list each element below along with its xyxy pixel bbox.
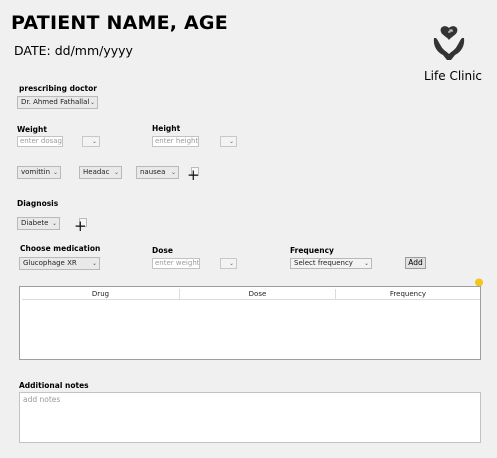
height-unit-select[interactable]: ⌄ xyxy=(220,136,237,147)
patient-title: PATIENT NAME, AGE xyxy=(11,12,228,34)
column-header-dose[interactable]: Dose xyxy=(180,289,336,299)
doctor-select[interactable]: Dr. Ahmed Fathallal ⌄ xyxy=(17,96,98,109)
symptom-value: vomittin xyxy=(21,168,51,176)
chevron-down-icon: ⌄ xyxy=(113,169,119,176)
clinic-logo-icon xyxy=(433,26,465,60)
notes-textarea[interactable]: add notes xyxy=(19,392,481,443)
symptom-value: Headac xyxy=(83,168,110,176)
table-header: Drug Dose Frequency xyxy=(22,289,480,300)
chevron-down-icon: ⌄ xyxy=(91,260,97,267)
chevron-down-icon: ⌄ xyxy=(170,169,176,176)
dose-label: Dose xyxy=(152,246,173,255)
chevron-down-icon: ⌄ xyxy=(228,138,234,145)
doctor-label: prescribing doctor xyxy=(19,84,97,93)
weight-input[interactable]: enter dosage xyxy=(17,136,63,147)
plus-icon[interactable]: + xyxy=(74,219,87,234)
plus-icon[interactable]: + xyxy=(187,168,200,183)
diagnosis-label: Diagnosis xyxy=(17,199,59,208)
dose-unit-select[interactable]: ⌄ xyxy=(220,258,237,269)
dose-input[interactable]: enter weight xyxy=(152,258,200,269)
height-label: Height xyxy=(152,124,181,133)
chevron-down-icon: ⌄ xyxy=(91,138,97,145)
prescription-table[interactable]: Drug Dose Frequency xyxy=(19,286,481,360)
symptom-select-3[interactable]: nausea ⌄ xyxy=(136,166,179,179)
medication-value: Glucophage XR xyxy=(23,259,77,267)
symptom-select-1[interactable]: vomittin ⌄ xyxy=(17,166,61,179)
chevron-down-icon: ⌄ xyxy=(89,99,95,106)
chevron-down-icon: ⌄ xyxy=(51,220,57,227)
symptom-select-2[interactable]: Headac ⌄ xyxy=(79,166,122,179)
diagnosis-value: Diabete xyxy=(21,219,49,227)
height-input[interactable]: enter height xyxy=(152,136,199,147)
column-header-drug[interactable]: Drug xyxy=(22,289,180,299)
doctor-selected-value: Dr. Ahmed Fathallal xyxy=(21,98,90,106)
chevron-down-icon: ⌄ xyxy=(52,169,58,176)
frequency-label: Frequency xyxy=(290,246,334,255)
date-label: DATE: dd/mm/yyyy xyxy=(14,43,133,58)
weight-unit-select[interactable]: ⌄ xyxy=(82,136,100,147)
symptom-value: nausea xyxy=(140,168,166,176)
column-header-frequency[interactable]: Frequency xyxy=(336,289,480,299)
clinic-name: Life Clinic xyxy=(424,69,483,83)
frequency-select[interactable]: Select frequency ⌄ xyxy=(290,258,372,269)
frequency-value: Select frequency xyxy=(294,259,353,267)
chevron-down-icon: ⌄ xyxy=(363,260,369,267)
chevron-down-icon: ⌄ xyxy=(228,260,234,267)
medication-label: Choose medication xyxy=(20,244,101,253)
medication-select[interactable]: Glucophage XR ⌄ xyxy=(19,257,100,270)
weight-label: Weight xyxy=(17,125,47,134)
notes-label: Additional notes xyxy=(19,381,89,390)
diagnosis-select[interactable]: Diabete ⌄ xyxy=(17,217,60,230)
add-medication-button[interactable]: Add xyxy=(405,257,426,269)
